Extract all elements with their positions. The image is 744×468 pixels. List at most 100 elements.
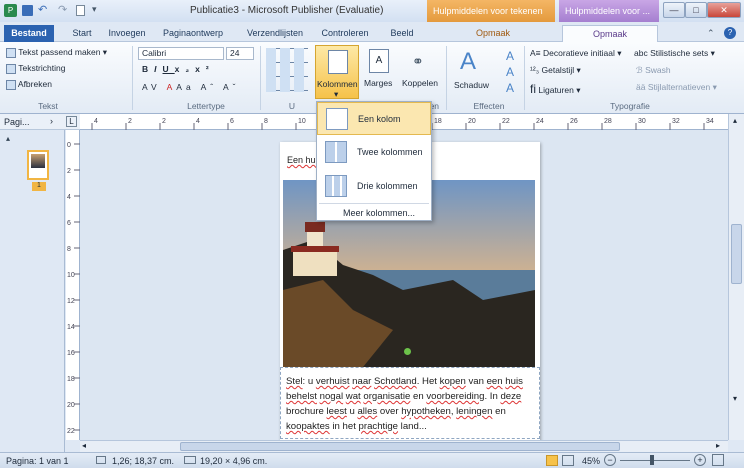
font-name-combo[interactable]: Calibri [138, 47, 224, 60]
text-direction-icon [6, 63, 16, 74]
ruler-corner[interactable]: L [66, 116, 77, 127]
minimize-button[interactable]: — [663, 2, 685, 18]
scroll-down-icon[interactable]: ▾ [733, 394, 737, 403]
hyphenate-icon [6, 79, 16, 90]
undo-icon[interactable]: ↶ [38, 3, 47, 16]
panel-up-icon[interactable]: ▴ [6, 134, 10, 143]
group-label-u: U [288, 101, 296, 111]
ribbon-collapse-icon[interactable]: ⌃ [707, 28, 715, 39]
status-bar: Pagina: 1 van 1 1,26; 18,37 cm. 19,20 × … [0, 452, 744, 468]
collapse-panel-icon[interactable]: › [50, 116, 53, 126]
kolommen-button[interactable]: Kolommen ▾ [315, 45, 359, 99]
stylistic-alternates-button[interactable]: ää Stijlalternatieven ▾ [636, 82, 717, 93]
scroll-left-icon[interactable]: ◂ [82, 441, 86, 450]
swash-button[interactable]: ℬ Swash [636, 65, 671, 76]
tab-verzendlijsten[interactable]: Verzendlijsten [240, 25, 310, 42]
page-thumbnail[interactable] [27, 150, 49, 180]
page-indicator[interactable]: Pagina: 1 van 1 [6, 456, 69, 466]
ruler-label: 22 [67, 428, 75, 435]
ruler-label: 18 [67, 376, 75, 383]
zoom-slider[interactable] [620, 460, 690, 461]
ruler-label: 30 [638, 118, 646, 125]
drop-cap-icon: A≡ [530, 48, 541, 58]
tab-controleren[interactable]: Controleren [316, 25, 374, 42]
align-grid[interactable] [266, 48, 308, 92]
tab-opmaak-drawing[interactable]: Opmaak [468, 25, 518, 42]
single-page-view-icon[interactable] [546, 455, 558, 466]
app-icon[interactable]: P [4, 4, 17, 17]
help-icon[interactable]: ? [724, 27, 736, 39]
font-color-buttons[interactable]: AV AAa Aˆ Aˇ [142, 82, 239, 92]
menu-item-een-kolom[interactable]: Een kolom [317, 102, 431, 135]
ruler-label: 2 [162, 118, 166, 125]
ruler-label: 4 [67, 194, 71, 201]
ruler-label: 24 [536, 118, 544, 125]
ruler-label: 10 [298, 118, 306, 125]
menu-separator [319, 203, 429, 204]
redo-icon[interactable]: ↷ [58, 3, 67, 16]
ruler-label: 6 [230, 118, 234, 125]
group-label-effecten: Effecten [473, 101, 505, 111]
swash-icon: ℬ [636, 65, 643, 75]
scroll-up-icon[interactable]: ▴ [733, 116, 737, 125]
zoom-slider-thumb[interactable] [650, 455, 654, 465]
number-style-button[interactable]: ¹²₃ Getalstijl ▾ [530, 65, 581, 76]
heading-text-box[interactable]: Een hui [287, 155, 318, 165]
vertical-ruler[interactable]: 0 2 4 6 8 10 12 14 16 18 20 22 [66, 130, 80, 440]
effects-small-icons[interactable]: AAA [506, 48, 514, 96]
group-label-typografie: Typografie [610, 101, 650, 111]
ruler-label: 0 [67, 142, 71, 149]
new-doc-icon[interactable] [76, 5, 85, 16]
object-size: 19,20 × 4,96 cm. [200, 456, 268, 466]
stylistic-sets-button[interactable]: abc Stilistische sets ▾ [634, 48, 715, 59]
ruler-label: 12 [67, 298, 75, 305]
zoom-in-button[interactable]: + [694, 454, 706, 466]
rotate-handle[interactable] [404, 348, 411, 355]
fit-page-icon[interactable] [712, 454, 724, 466]
stylistic-alternates-icon: ää [636, 82, 646, 92]
ruler-label: 4 [94, 118, 98, 125]
save-icon[interactable] [22, 5, 33, 16]
font-size-combo[interactable]: 24 [226, 47, 254, 60]
drop-cap-button[interactable]: A≡ Decoratieve initiaal ▾ [530, 48, 621, 59]
menu-item-twee-kolommen[interactable]: Twee kolommen [317, 136, 431, 169]
koppelen-button[interactable]: ⚭ Koppelen [400, 45, 442, 99]
maximize-button[interactable]: □ [685, 2, 707, 18]
marges-button[interactable]: A Marges [362, 45, 396, 99]
two-page-view-icon[interactable] [562, 455, 574, 466]
vertical-scrollbar[interactable]: ▴ ▾ [728, 114, 744, 440]
ligatures-button[interactable]: fi Ligaturen ▾ [530, 82, 580, 96]
h-scroll-thumb[interactable] [180, 442, 620, 451]
tab-beeld[interactable]: Beeld [384, 25, 420, 42]
menu-item-meer-kolommen[interactable]: Meer kolommen... [343, 208, 415, 218]
tab-opmaak-picture[interactable]: Opmaak [562, 25, 658, 42]
zoom-out-button[interactable]: − [604, 454, 616, 466]
scroll-thumb[interactable] [731, 224, 742, 284]
ruler-label: 20 [67, 402, 75, 409]
fit-text-button[interactable]: Tekst passend maken ▾ [6, 47, 107, 58]
shadow-button[interactable]: A Schaduw [454, 48, 494, 96]
text-direction-button[interactable]: Tekstrichting [6, 63, 65, 74]
pages-panel-header: Pagi... › L [0, 114, 80, 130]
ruler-label: 10 [67, 272, 75, 279]
fit-text-icon [6, 47, 16, 58]
three-columns-icon [325, 175, 347, 197]
menu-item-drie-kolommen[interactable]: Drie kolommen [317, 170, 431, 203]
body-text-box[interactable]: Stel: u verhuist naar Schotland. Het kop… [286, 374, 536, 434]
zoom-level[interactable]: 45% [582, 456, 600, 466]
tab-invoegen[interactable]: Invoegen [102, 25, 152, 42]
scroll-right-icon[interactable]: ▸ [716, 441, 720, 450]
number-style-icon: ¹²₃ [530, 65, 540, 75]
close-button[interactable]: ✕ [707, 2, 741, 18]
format-buttons[interactable]: BIUx₂x² [142, 64, 215, 74]
horizontal-scrollbar[interactable]: ◂ ▸ [80, 440, 728, 452]
hyphenate-button[interactable]: Afbreken [6, 79, 52, 90]
context-tab-picture-tools: Hulpmiddelen voor ... [559, 0, 659, 22]
tab-start[interactable]: Start [66, 25, 98, 42]
tab-paginaontwerp[interactable]: Paginaontwerp [156, 25, 230, 42]
two-columns-icon [325, 141, 347, 163]
group-label-tekst: Tekst [38, 101, 58, 111]
qat-dropdown-icon[interactable]: ▾ [92, 4, 97, 15]
tab-bestand[interactable]: Bestand [4, 25, 54, 42]
page-number-badge: 1 [32, 182, 46, 191]
